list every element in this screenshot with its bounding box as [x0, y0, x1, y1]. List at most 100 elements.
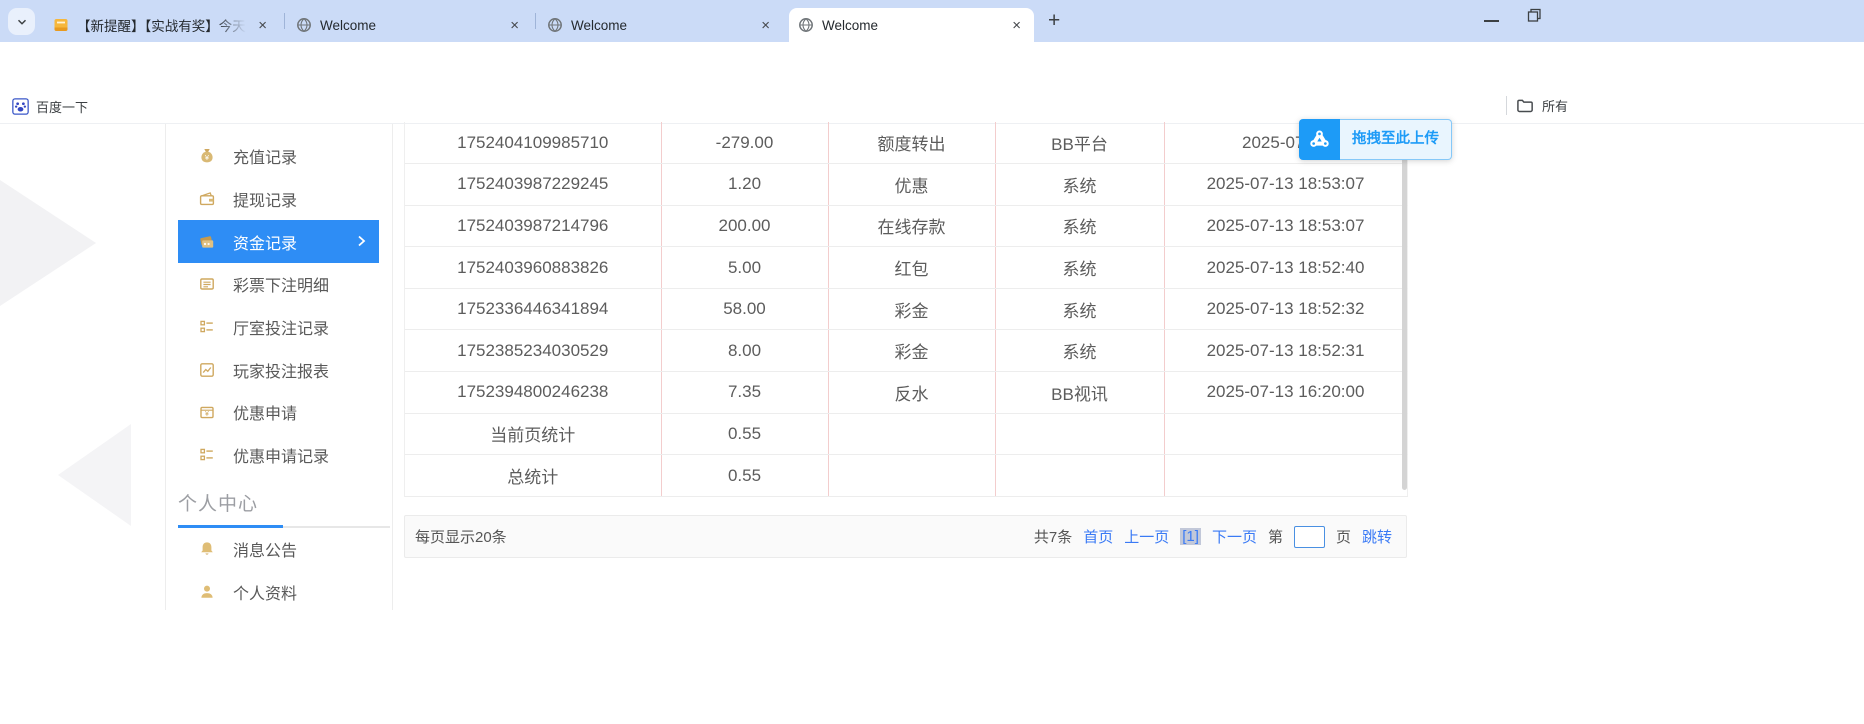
sidebar-item[interactable]: 消息公告 — [178, 528, 379, 571]
next-page-link[interactable]: 下一页 — [1212, 526, 1257, 547]
tab-close-icon[interactable]: × — [1008, 16, 1025, 35]
bell-icon — [198, 540, 216, 558]
bookmark-baidu[interactable]: 百度一下 — [12, 97, 88, 116]
table-cell: -279.00 — [661, 122, 829, 165]
prev-page-link[interactable]: 上一页 — [1124, 526, 1169, 547]
chart-icon — [198, 361, 216, 379]
table-cell — [995, 454, 1165, 497]
sidebar-right-border — [392, 124, 393, 610]
sidebar-item[interactable]: 提现记录 — [178, 178, 379, 221]
restore-icon — [1527, 8, 1541, 22]
tab-close-icon[interactable]: × — [506, 16, 523, 35]
table-cell: 0.55 — [661, 413, 829, 456]
tab-title: Welcome — [822, 17, 879, 33]
sidebar-item[interactable]: ¥ 充值记录 — [178, 135, 379, 178]
sidebar-item-label: 个人资料 — [233, 586, 298, 604]
jump-prefix-label: 第 — [1267, 529, 1283, 546]
table-cell: 1752404109985710 — [405, 122, 662, 165]
chevron-right-icon — [353, 233, 369, 249]
table-cell: 2025-07-13 18:52:40 — [1164, 246, 1408, 289]
table-cell: 系统 — [995, 205, 1165, 248]
records-table-body: 1752404109985710 -279.00 额度转出 BB平台 2025-07-1… — [405, 122, 1408, 497]
netdisk-upload-widget[interactable]: 拖拽至此上传 — [1299, 119, 1452, 160]
table-cell: 系统 — [995, 246, 1165, 289]
table-cell: 1752403987229245 — [405, 163, 662, 206]
table-cell: 5.00 — [661, 246, 829, 289]
watermark-triangle — [58, 424, 131, 526]
bookmark-label: 百度一下 — [36, 100, 89, 115]
sidebar-item-label: 厅室投注记录 — [233, 321, 330, 339]
all-bookmarks-button[interactable]: 所有 — [1506, 96, 1568, 115]
total-count-label: 共7条 — [1033, 529, 1073, 546]
sidebar-personal-menu: 消息公告个人资料 — [166, 528, 392, 613]
table-cell: 58.00 — [661, 288, 829, 331]
tab-forum[interactable]: 【新提醒】【实战有奖】今天在 × — [44, 8, 280, 42]
window-restore-button[interactable] — [1526, 7, 1543, 24]
sidebar-item[interactable]: 资金记录 — [178, 220, 379, 264]
table-cell — [828, 413, 996, 456]
table-cell: 彩金 — [828, 288, 996, 331]
table-cell: 额度转出 — [828, 122, 996, 165]
sidebar-item[interactable]: 优惠申请记录 — [178, 434, 379, 477]
table-cell: 0.55 — [661, 454, 829, 497]
browser-toolbar: ← → ⌂ js13.cc/hhcp/usercenter.html?iniTy… — [0, 42, 1864, 124]
table-cell: 1.20 — [661, 163, 829, 206]
baidu-paw-icon — [12, 98, 29, 115]
table-cell: BB平台 — [995, 122, 1165, 165]
tab-welcome-active[interactable]: Welcome × — [789, 8, 1034, 42]
sidebar-item[interactable]: 玩家投注报表 — [178, 348, 379, 391]
table-row: 1752404109985710 -279.00 额度转出 BB平台 2025-07-1… — [405, 122, 1408, 165]
table-row: 1752394800246238 7.35 反水 BB视讯 2025-07-13 16:… — [405, 371, 1408, 414]
sidebar-item-label: 优惠申请 — [233, 406, 298, 424]
current-page-indicator: [1] — [1180, 528, 1201, 545]
table-cell: 1752336446341894 — [405, 288, 662, 331]
table-row: 总统计 0.55 — [405, 454, 1408, 497]
svg-text:¥: ¥ — [205, 412, 209, 419]
folder-icon — [1517, 99, 1533, 113]
doc-lines-icon — [198, 275, 216, 293]
first-page-link[interactable]: 首页 — [1083, 526, 1113, 547]
cards-icon — [198, 233, 216, 251]
pagination-bar: 每页显示20条 共7条 首页 上一页 [1] 下一页 第 页 跳转 — [404, 515, 1407, 558]
tab-welcome-1[interactable]: Welcome × — [287, 8, 532, 42]
sidebar-item-label: 资金记录 — [233, 235, 298, 253]
sidebar-item-label: 提现记录 — [233, 193, 298, 211]
jump-button[interactable]: 跳转 — [1362, 526, 1392, 547]
sidebar-item-label: 玩家投注报表 — [233, 363, 330, 381]
new-tab-button[interactable]: + — [1048, 9, 1060, 33]
table-cell — [1164, 413, 1408, 456]
table-cell: 在线存款 — [828, 205, 996, 248]
tab-search-button[interactable] — [8, 8, 35, 35]
tab-title: 【新提醒】【实战有奖】今天在 — [77, 19, 247, 34]
chevron-down-icon — [17, 19, 26, 25]
globe-favicon-icon — [547, 17, 563, 33]
globe-favicon-icon — [798, 17, 814, 33]
sidebar-item[interactable]: 厅室投注记录 — [178, 306, 379, 349]
tab-close-icon[interactable]: × — [254, 16, 271, 35]
table-cell: 2025-07-13 18:53:07 — [1164, 205, 1408, 248]
sidebar-item[interactable]: 彩票下注明细 — [178, 263, 379, 306]
table-cell: 当前页统计 — [405, 413, 662, 456]
jump-suffix-label: 页 — [1335, 529, 1351, 546]
table-cell: 系统 — [995, 329, 1165, 373]
table-cell: 优惠 — [828, 163, 996, 206]
watermark-triangle — [0, 180, 96, 306]
list-icon — [198, 318, 216, 336]
table-cell — [995, 413, 1165, 456]
table-cell: 8.00 — [661, 329, 829, 373]
table-cell: 红包 — [828, 246, 996, 289]
table-cell — [828, 454, 996, 497]
table-row: 1752403987214796 200.00 在线存款 系统 2025-07-13 1… — [405, 205, 1408, 248]
table-row: 当前页统计 0.55 — [405, 413, 1408, 456]
sidebar-item[interactable]: 个人资料 — [178, 571, 379, 614]
list-icon — [198, 446, 216, 464]
tab-close-icon[interactable]: × — [757, 16, 774, 35]
table-scrollbar[interactable] — [1402, 124, 1407, 490]
tab-separator — [284, 13, 285, 29]
tab-welcome-2[interactable]: Welcome × — [538, 8, 783, 42]
window-minimize-button[interactable] — [1484, 20, 1499, 22]
sidebar-item[interactable]: ¥ 优惠申请 — [178, 391, 379, 434]
page-number-input[interactable] — [1293, 525, 1325, 548]
upload-widget-label: 拖拽至此上传 — [1340, 119, 1452, 160]
table-cell: 1752403960883826 — [405, 246, 662, 289]
